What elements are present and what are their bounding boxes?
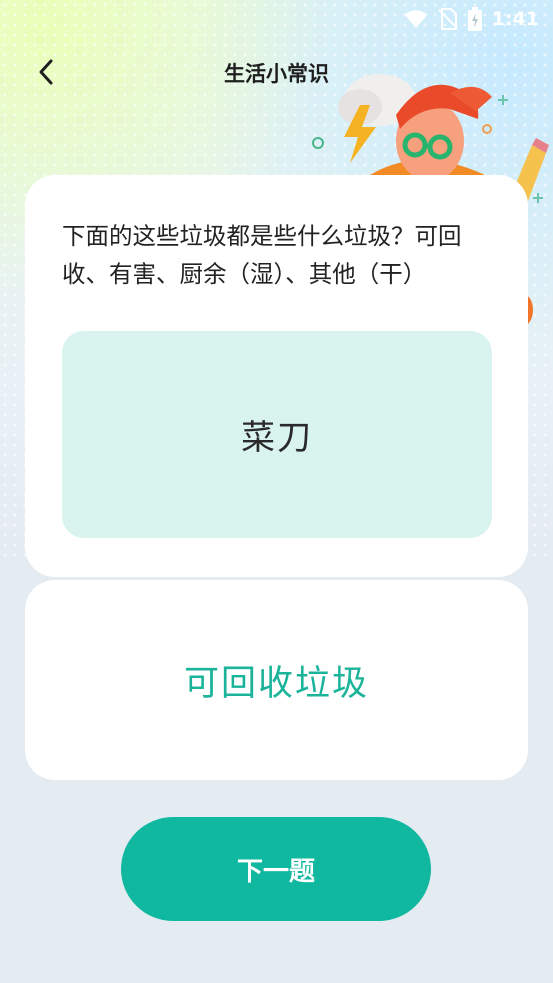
question-card: 下面的这些垃圾都是些什么垃圾？可回收、有害、厨余（湿）、其他（干） 菜刀 (25, 175, 528, 577)
item-box: 菜刀 (62, 331, 492, 538)
answer-text: 可回收垃圾 (183, 663, 369, 704)
answer-card: 可回收垃圾 (25, 580, 528, 780)
no-sim-icon (438, 8, 458, 30)
next-question-button[interactable]: 下一题 (121, 817, 431, 921)
battery-charging-icon (467, 7, 482, 31)
item-name: 菜刀 (241, 418, 313, 458)
question-text: 下面的这些垃圾都是些什么垃圾？可回收、有害、厨余（湿）、其他（干） (62, 222, 462, 288)
status-time: 1:41 (491, 8, 539, 30)
status-bar: 1:41 (0, 0, 553, 38)
wifi-icon (404, 10, 428, 28)
status-icons: 1:41 (404, 7, 539, 31)
